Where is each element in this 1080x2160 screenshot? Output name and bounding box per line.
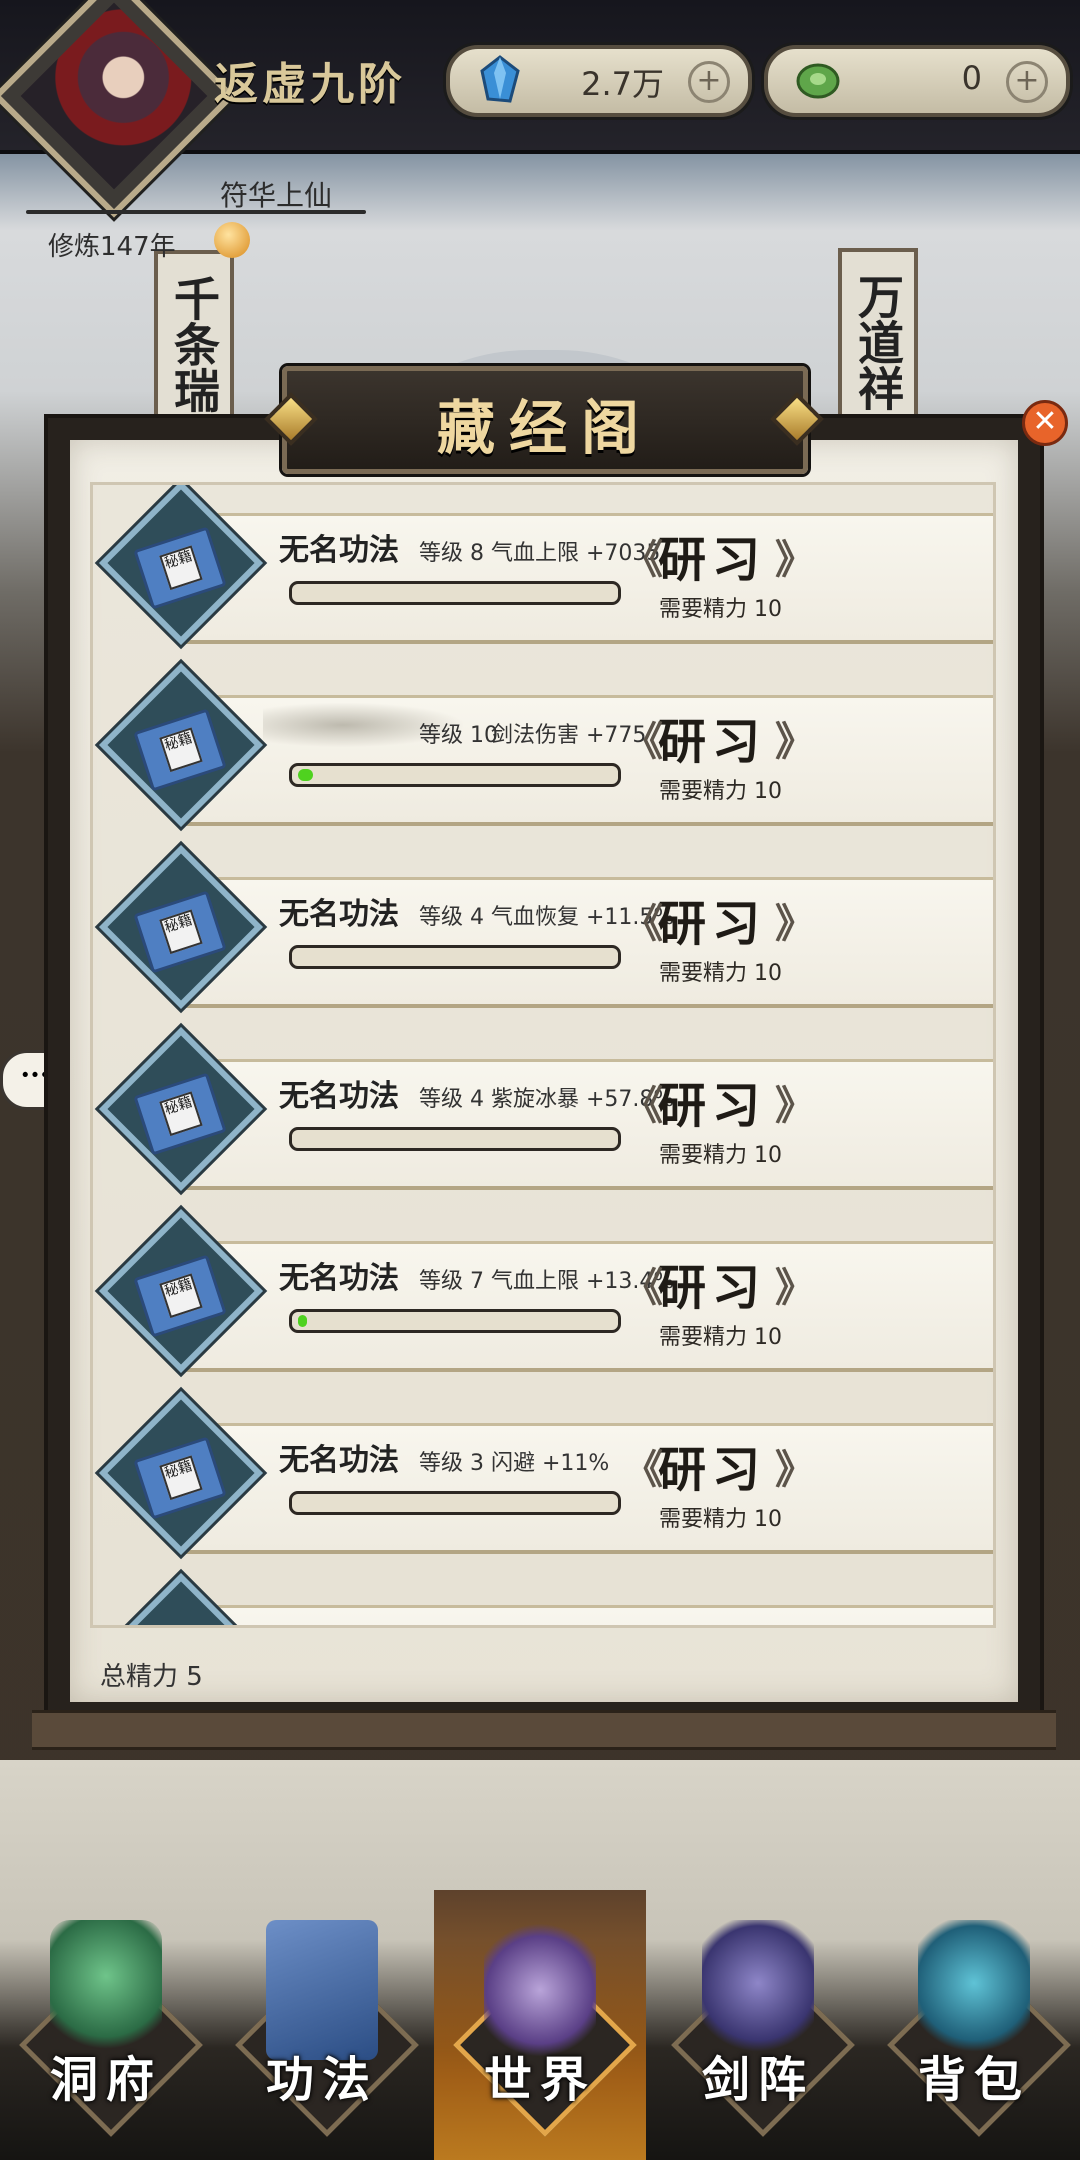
- skill-level: 等级 10: [419, 723, 498, 748]
- energy-cost: 需要精力 10: [659, 961, 782, 986]
- skill-level: 等级 8: [419, 541, 484, 566]
- add-jade-button[interactable]: +: [1006, 61, 1048, 103]
- skill-row-peek: [93, 1572, 993, 1625]
- close-icon[interactable]: ✕: [1022, 400, 1068, 446]
- skill-row-3: 秘籍 无名功法 等级 4 气血恢复 +11.5% 研习 需要精力 10: [93, 844, 993, 1010]
- energy-cost: 需要精力 10: [659, 779, 782, 804]
- book-label: 秘籍: [159, 727, 203, 773]
- book-label: 秘籍: [159, 1091, 203, 1137]
- panel-title: 藏经阁: [436, 394, 653, 462]
- skill-name: 无名功法: [265, 883, 465, 933]
- energy-cost: 需要精力 10: [659, 1325, 782, 1350]
- skill-row-6: 秘籍 无名功法 等级 3 闪避 +11% 研习 需要精力 10: [93, 1390, 993, 1556]
- right-hanging-scroll: 万道祥: [838, 248, 918, 436]
- jade-coin-icon: [796, 63, 840, 99]
- book-label: 秘籍: [159, 909, 203, 955]
- nav-label: 洞府: [49, 2052, 162, 2108]
- study-button[interactable]: 研习: [623, 529, 815, 591]
- realm-title: 返虚九阶: [214, 59, 406, 110]
- cave-residence-icon: [50, 1920, 162, 2060]
- skill-progress-bar: [289, 1127, 621, 1151]
- energy-cost: 需要精力 10: [659, 1507, 782, 1532]
- top-hud: 返虚九阶 2.7万 + 0 +: [0, 0, 1080, 218]
- nav-bag[interactable]: 背包: [874, 1890, 1074, 2137]
- nav-label: 背包: [917, 2052, 1030, 2108]
- skill-progress-bar: [289, 945, 621, 969]
- currency-crystal: 2.7万 +: [446, 45, 752, 117]
- add-crystal-button[interactable]: +: [688, 61, 730, 103]
- energy-cost: 需要精力 10: [659, 1143, 782, 1168]
- skill-name: 无名功法: [265, 1065, 465, 1115]
- skill-level: 等级 7: [419, 1269, 484, 1294]
- nav-label: 功法: [265, 2052, 378, 2108]
- total-energy: 总精力 5: [100, 1662, 203, 1692]
- skill-level: 等级 4: [419, 905, 484, 930]
- skill-level: 等级 3: [419, 1451, 484, 1476]
- skill-row-4: 秘籍 无名功法 等级 4 紫旋冰暴 +57.8% 研习 需要精力 10: [93, 1026, 993, 1192]
- skill-row-2: 秘籍 等级 10 剑法伤害 +775 研习 需要精力 10: [93, 662, 993, 828]
- skill-card: [183, 1605, 993, 1625]
- energy-cost: 需要精力 10: [659, 597, 782, 622]
- study-button[interactable]: 研习: [623, 1257, 815, 1319]
- nav-cave[interactable]: 洞府: [6, 1890, 206, 2137]
- book-label: 秘籍: [159, 1455, 203, 1501]
- study-button[interactable]: 研习: [623, 1439, 815, 1501]
- cultivation-years: 修炼147年: [48, 232, 176, 262]
- scroll-rod: [32, 1710, 1056, 1750]
- skill-row-5: 秘籍 无名功法 等级 7 气血上限 +13.4% 研习 需要精力 10: [93, 1208, 993, 1374]
- skill-name: 无名功法: [265, 1247, 465, 1297]
- study-button[interactable]: 研习: [623, 893, 815, 955]
- bottom-nav: 洞府 功法 世界 剑阵 背包: [0, 1880, 1080, 2160]
- skill-name: 无名功法: [265, 519, 465, 569]
- skill-stat: 闪避 +11%: [491, 1451, 610, 1476]
- skill-progress-fill: [298, 769, 313, 781]
- blue-crystal-icon: [480, 55, 520, 103]
- nav-skills[interactable]: 功法: [222, 1890, 422, 2137]
- sword-formation-icon: [702, 1920, 814, 2060]
- name-underline: [26, 210, 366, 214]
- skill-name: 无名功法: [265, 1429, 465, 1479]
- skill-progress-bar: [289, 1491, 621, 1515]
- skill-book-icon: [266, 1920, 378, 2060]
- nav-label: 世界: [483, 2052, 596, 2108]
- study-button[interactable]: 研习: [623, 1075, 815, 1137]
- panel-title-plate: 藏经阁: [282, 366, 808, 474]
- nav-sword-formation[interactable]: 剑阵: [658, 1890, 858, 2137]
- skill-progress-bar: [289, 1309, 621, 1333]
- book-label: 秘籍: [159, 1273, 203, 1319]
- study-button[interactable]: 研习: [623, 711, 815, 773]
- skill-list[interactable]: 秘籍 无名功法 等级 8 气血上限 +7035 研习 需要精力 10 秘籍 等级…: [90, 482, 996, 1628]
- nav-world[interactable]: 世界: [440, 1890, 640, 2137]
- world-map-icon: [484, 1920, 596, 2060]
- skill-level: 等级 4: [419, 1087, 484, 1112]
- nav-label: 剑阵: [701, 2052, 814, 2108]
- crystal-amount: 2.7万: [581, 65, 664, 103]
- skill-progress-bar: [289, 763, 621, 787]
- skill-progress-bar: [289, 581, 621, 605]
- skill-row-1: 秘籍 无名功法 等级 8 气血上限 +7035 研习 需要精力 10: [93, 485, 993, 646]
- left-hanging-scroll: 千条瑞: [154, 250, 234, 438]
- currency-jade: 0 +: [764, 45, 1070, 117]
- jade-amount: 0: [961, 59, 982, 97]
- bag-icon: [918, 1920, 1030, 2060]
- book-label: 秘籍: [159, 545, 203, 591]
- skill-progress-fill: [298, 1315, 307, 1327]
- player-name: 符华上仙: [220, 179, 333, 212]
- golden-orb-icon[interactable]: [214, 222, 250, 258]
